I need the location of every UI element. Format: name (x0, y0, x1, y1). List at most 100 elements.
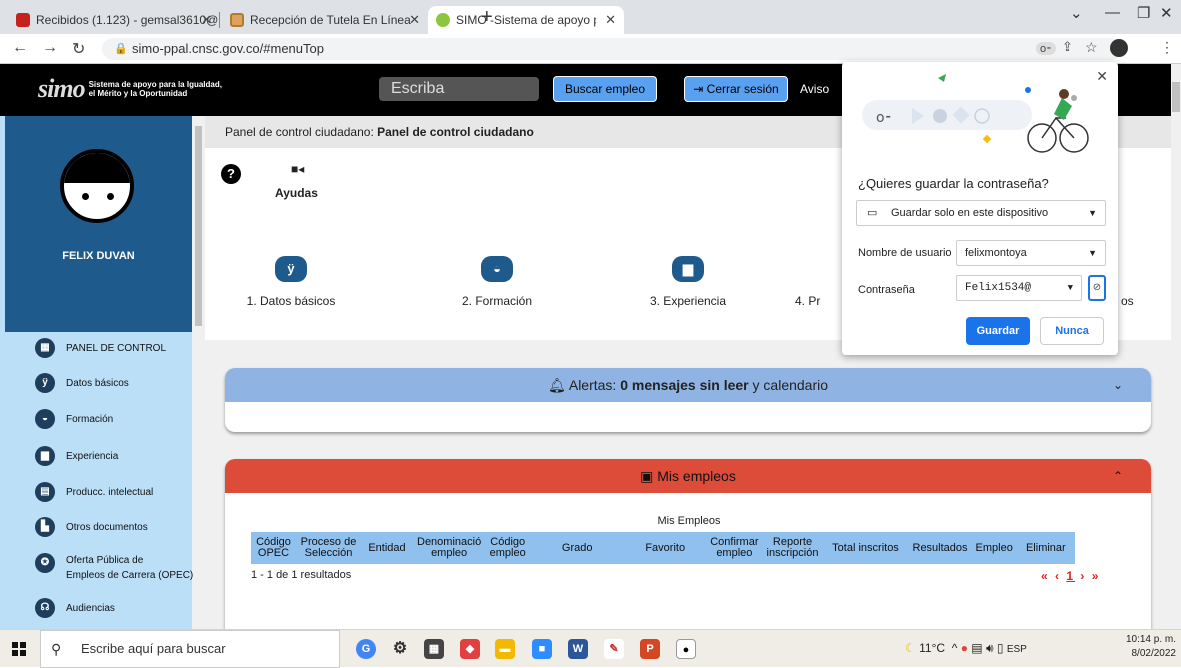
close-tab-icon[interactable]: ✕ (605, 12, 616, 28)
first-page-button[interactable]: « (1041, 569, 1050, 583)
step-experiencia[interactable]: ▆ 3. Experiencia (623, 256, 753, 308)
last-page-button[interactable]: » (1092, 569, 1101, 583)
sidebar-item-audiencias[interactable]: ☊ Audiencias (35, 598, 115, 618)
clock[interactable]: 10:14 p. m. 8/02/2022 (1124, 633, 1176, 661)
step-label: 4. Pr (795, 294, 821, 308)
chrome-icon[interactable]: G (356, 639, 376, 659)
tab-gmail[interactable]: Recibidos (1.123) - gemsal3610@ ✕ (8, 6, 220, 34)
calculator-icon[interactable]: ▦ (424, 639, 444, 659)
page-scrollbar[interactable] (1171, 64, 1181, 629)
volume-icon[interactable]: 🔊︎ (986, 641, 994, 655)
step-datos-basicos[interactable]: ÿ 1. Datos básicos (226, 256, 356, 308)
column-header[interactable]: Entidad (361, 532, 413, 564)
profile-avatar[interactable] (1110, 39, 1128, 57)
column-header[interactable]: Eliminar (1016, 532, 1075, 564)
never-button[interactable]: Nunca (1040, 317, 1104, 345)
toggle-visibility-icon[interactable]: ⊘ (1088, 275, 1106, 301)
language-indicator[interactable]: ESP (1007, 644, 1027, 655)
close-tab-icon[interactable]: ✕ (201, 12, 212, 28)
password-select[interactable]: Felix1534@ ▼ (956, 275, 1082, 301)
close-window-icon[interactable]: ✕ (1160, 4, 1173, 22)
share-icon[interactable]: ⇪ (1062, 39, 1073, 55)
new-tab-icon[interactable]: + (481, 6, 493, 29)
powerpoint-icon[interactable]: P (640, 639, 660, 659)
logout-button[interactable]: ⇥ Cerrar sesión (684, 76, 788, 102)
weather-icon[interactable]: ☾ (905, 641, 916, 655)
column-header[interactable]: Código empleo (485, 532, 531, 564)
bookmark-star-icon[interactable]: ☆ (1085, 39, 1098, 56)
word-icon[interactable]: W (568, 639, 588, 659)
column-header[interactable]: Denominació empleo (413, 532, 486, 564)
sidebar-item-otros-documentos[interactable]: ▙ Otros documentos (35, 517, 148, 537)
step-formacion[interactable]: ◒ 2. Formación (432, 256, 562, 308)
chevron-down-icon[interactable]: ⌄ (1113, 368, 1123, 402)
chevron-up-icon[interactable]: ^ (952, 641, 958, 655)
page-number[interactable]: 1 (1066, 569, 1075, 583)
battery-icon[interactable]: ▯ (997, 641, 1004, 655)
sidebar-item-datos-basicos[interactable]: ÿ Datos básicos (35, 373, 129, 393)
reload-icon[interactable]: ↻ (72, 39, 85, 59)
simo-logo[interactable]: simo Sistema de apoyo para la Igualdad, … (38, 74, 229, 104)
anydesk-icon[interactable]: ◆ (460, 639, 480, 659)
lock-icon[interactable]: 🔒 (114, 38, 128, 60)
back-icon[interactable]: ← (12, 39, 28, 57)
tab-tutela[interactable]: Recepción de Tutela En Línea ✕ (222, 6, 428, 34)
menu-dots-icon[interactable]: ⋮ (1160, 39, 1174, 56)
column-header[interactable]: Reporte inscripción (762, 532, 823, 564)
video-camera-icon[interactable]: ■◂ (291, 162, 304, 176)
column-header[interactable]: Favorito (624, 532, 707, 564)
sidebar-item-panel-control[interactable]: ▦ PANEL DE CONTROL (35, 338, 166, 358)
sidebar-item-label: Audiencias (66, 602, 115, 614)
search-job-button[interactable]: Buscar empleo (553, 76, 657, 102)
column-header[interactable]: Resultados (908, 532, 972, 564)
prev-page-button[interactable]: ‹ (1055, 569, 1061, 583)
username-select[interactable]: felixmontoya ▼ (956, 240, 1106, 266)
dropdown-caret-icon: ▼ (1067, 283, 1073, 293)
key-icon[interactable]: o⁃ (1036, 42, 1056, 55)
close-tab-icon[interactable]: ✕ (409, 12, 420, 28)
paint-icon[interactable]: ✎ (604, 639, 624, 659)
taskbar-search-input[interactable]: ⚲ Escribe aquí para buscar (40, 630, 340, 668)
column-header[interactable]: Total inscritos (822, 532, 909, 564)
table-header-row: Código OPEC Proceso de Selección Entidad De… (251, 532, 1075, 564)
sidebar-item-opec[interactable]: ✪ Oferta Pública de Empleos de Carrera (OP… (35, 553, 193, 583)
chrome-profile-icon[interactable]: ● (676, 639, 696, 659)
windows-start-icon[interactable] (12, 642, 26, 656)
help-icon[interactable]: ? (221, 164, 241, 184)
network-icon[interactable]: ▤ (971, 641, 982, 655)
next-page-button[interactable]: › (1080, 569, 1086, 583)
jobs-header[interactable]: ▣ Mis empleos ⌃ (225, 459, 1151, 493)
url-field[interactable]: 🔒 simo-ppal.cnsc.gov.co/#menuTop (102, 38, 1122, 60)
sidebar-item-formacion[interactable]: ◒ Formación (35, 409, 113, 429)
help-link[interactable]: Ayudas (275, 186, 318, 200)
settings-icon[interactable]: ⚙ (390, 639, 410, 659)
forward-icon[interactable]: → (42, 39, 58, 57)
address-bar: ← → ↻ 🔒 simo-ppal.cnsc.gov.co/#menuTop o… (0, 34, 1181, 64)
column-header[interactable]: Código OPEC (251, 532, 296, 564)
save-location-select[interactable]: ▭ Guardar solo en este dispositivo ▼ (856, 200, 1106, 226)
column-header[interactable]: Grado (530, 532, 625, 564)
zoom-icon[interactable]: ■ (532, 639, 552, 659)
save-password-button[interactable]: Guardar (966, 317, 1030, 345)
step-otros[interactable]: os (1121, 256, 1151, 308)
notification-dot-icon[interactable]: ● (961, 641, 968, 655)
tab-simo[interactable]: SIMO -Sistema de apoyo para la ✕ (428, 6, 624, 34)
column-header[interactable]: Empleo (971, 532, 1017, 564)
sidebar-scrollbar[interactable] (192, 116, 205, 629)
alerts-header[interactable]: 🔔︎ Alertas: 0 mensajes sin leer y calend… (225, 368, 1151, 402)
job-search-input[interactable]: Escriba (379, 77, 539, 101)
column-header[interactable]: Proceso de Selección (296, 532, 361, 564)
tab-search-icon[interactable]: ⌄ (1070, 4, 1083, 22)
notices-link[interactable]: Aviso (800, 82, 829, 96)
chevron-up-icon[interactable]: ⌃ (1113, 459, 1123, 493)
minimize-icon[interactable]: — (1105, 4, 1120, 21)
sidebar-item-produccion[interactable]: ▤ Producc. intelectual (35, 482, 153, 502)
close-icon[interactable]: ✕ (1096, 68, 1108, 85)
restore-icon[interactable]: ❐ (1137, 4, 1150, 22)
weather-text[interactable]: 11°C (919, 641, 945, 655)
sidebar-item-experiencia[interactable]: ▆ Experiencia (35, 446, 118, 466)
laptop-icon: ▭ (867, 207, 878, 219)
file-explorer-icon[interactable]: ▬ (495, 639, 515, 659)
column-header[interactable]: Confirmar empleo (706, 532, 763, 564)
system-tray: ☾ 11°C ^ ● ▤ 🔊︎ ▯ ESP (905, 641, 1027, 656)
